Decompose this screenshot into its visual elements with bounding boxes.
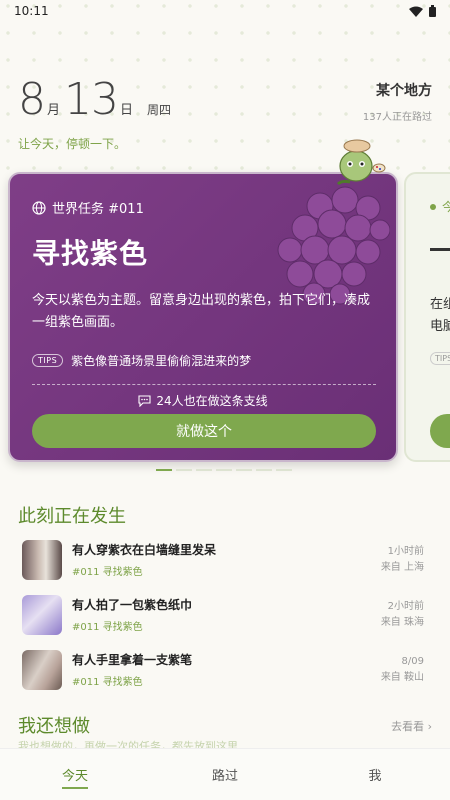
date-row: 8 月 13 日 周四 (18, 74, 171, 125)
tab-me-label: 我 (368, 769, 382, 784)
feed-item[interactable]: 有人拍了一包紫色纸巾 #011 寻找紫色 2小时前 来自 珠海 (22, 587, 424, 642)
feed-item-time: 8/09 (401, 655, 424, 667)
feed-item-location: 来自 上海 (380, 561, 424, 573)
people-count-text: 24人也在做这条支线 (156, 394, 268, 408)
feed-item-body: 有人穿紫衣在白墙缝里发呆 #011 寻找紫色 (72, 541, 381, 578)
chat-bubble-icon (138, 394, 151, 407)
peek-text: 在组 电脑 (430, 294, 450, 338)
card-pager (156, 469, 292, 471)
slogan: 让今天，停顿一下。 (18, 137, 127, 151)
bottom-tab-bar: 今天 路过 我 (0, 748, 450, 800)
feed-item-meta: 8/09 来自 鞍山 (381, 654, 424, 686)
task-title: 寻找紫色 (32, 237, 149, 270)
wifi-icon (409, 6, 423, 17)
dot-icon (430, 203, 436, 210)
pager-dot (176, 469, 192, 471)
battery-icon (429, 5, 436, 17)
location-passers-count: 137人正在路过 (362, 112, 432, 123)
feed-item-meta: 2小时前 来自 珠海 (381, 599, 424, 631)
pager-dot (216, 469, 232, 471)
want-see-more-link[interactable]: 去看看 › (391, 718, 432, 734)
task-description: 今天以紫色为主题。留意身边出现的紫色，拍下它们，凑成一组紫色画面。 (32, 293, 371, 330)
date-block: 8 月 13 日 周四 让今天，停顿一下。 (18, 74, 171, 152)
peek-tips-badge: TIPS (430, 352, 450, 365)
tab-me[interactable]: 我 (315, 765, 435, 784)
peek-text-line-2: 电脑 (430, 319, 450, 334)
happening-feed: 有人穿紫衣在白墙缝里发呆 #011 寻找紫色 1小时前 来自 上海 有人拍了一包… (22, 532, 424, 697)
feed-thumbnail[interactable] (22, 539, 62, 580)
location-name[interactable]: 某个地方 (363, 80, 432, 100)
tips-row: TIPS 紫色像普通场景里偷偷混进来的梦 (32, 352, 251, 369)
pager-dot-active (156, 469, 172, 471)
day-number: 13 (64, 74, 119, 125)
feed-item-tag[interactable]: #011 寻找紫色 (72, 563, 381, 578)
want-subtitle: 我也想做的，再做一次的任务，都先放到这里 (18, 740, 238, 748)
peek-label-text: 今 (442, 198, 450, 215)
peek-label: 今 (430, 198, 450, 215)
status-time: 10:11 (14, 4, 49, 18)
feed-item[interactable]: 有人手里拿着一支紫笔 #011 寻找紫色 8/09 来自 鞍山 (22, 642, 424, 697)
feed-thumbnail[interactable] (22, 594, 62, 635)
feed-item-tag[interactable]: #011 寻找紫色 (72, 673, 381, 688)
task-tag: 世界任务 #011 (32, 198, 144, 217)
tab-passing-label: 路过 (211, 769, 238, 784)
feed-item-body: 有人手里拿着一支紫笔 #011 寻找紫色 (72, 651, 381, 688)
happening-section-title: 此刻正在发生 (18, 506, 126, 527)
globe-icon (32, 200, 46, 215)
feed-item[interactable]: 有人穿紫衣在白墙缝里发呆 #011 寻找紫色 1小时前 来自 上海 (22, 532, 424, 587)
feed-item-meta: 1小时前 来自 上海 (381, 544, 424, 576)
feed-item-location: 来自 珠海 (380, 616, 424, 628)
tab-today[interactable]: 今天 (15, 765, 135, 789)
tips-badge: TIPS (32, 354, 64, 367)
want-section-title: 我还想做 (18, 716, 90, 737)
grapes-illustration (277, 179, 390, 306)
feed-item-title: 有人手里拿着一支紫笔 (72, 653, 193, 667)
do-this-button[interactable]: 就做这个 (32, 414, 376, 448)
peek-title-dash (430, 248, 450, 251)
people-count-row: 24人也在做这条支线 (10, 392, 396, 409)
feed-item-title: 有人拍了一包紫色纸巾 (72, 598, 193, 612)
feed-item-time: 2小时前 (387, 600, 424, 612)
next-task-card-peek[interactable]: 今 在组 电脑 TIPS (404, 172, 450, 462)
pager-dot (276, 469, 292, 471)
peek-text-line-1: 在组 (430, 297, 450, 312)
month-unit: 月 (47, 103, 61, 118)
tab-passing[interactable]: 路过 (165, 765, 285, 784)
status-bar: 10:11 (0, 0, 450, 22)
feed-item-title: 有人穿紫衣在白墙缝里发呆 (72, 543, 217, 557)
tab-today-label: 今天 (61, 769, 88, 789)
task-card[interactable]: 世界任务 #011 寻找紫色 今天以紫色为主题。留意身边出现的紫色，拍下它们，凑… (8, 172, 398, 462)
feed-item-location: 来自 鞍山 (380, 671, 424, 683)
mascot-illustration (339, 139, 386, 182)
pager-dot (196, 469, 212, 471)
day-unit: 日 (120, 103, 134, 118)
location-block[interactable]: 某个地方 137人正在路过 (363, 80, 432, 123)
feed-item-tag[interactable]: #011 寻找紫色 (72, 618, 381, 633)
pager-dot (236, 469, 252, 471)
feed-thumbnail[interactable] (22, 649, 62, 690)
tips-text: 紫色像普通场景里偷偷混进来的梦 (71, 354, 252, 368)
pager-dot (256, 469, 272, 471)
weekday: 周四 (147, 103, 172, 117)
card-divider (32, 384, 376, 385)
task-tag-label: 世界任务 #011 (52, 202, 144, 217)
feed-item-time: 1小时前 (387, 545, 424, 557)
month-number: 8 (18, 74, 46, 125)
feed-item-body: 有人拍了一包紫色纸巾 #011 寻找紫色 (72, 596, 381, 633)
peek-action-button[interactable] (430, 414, 450, 448)
status-icons (409, 5, 436, 17)
